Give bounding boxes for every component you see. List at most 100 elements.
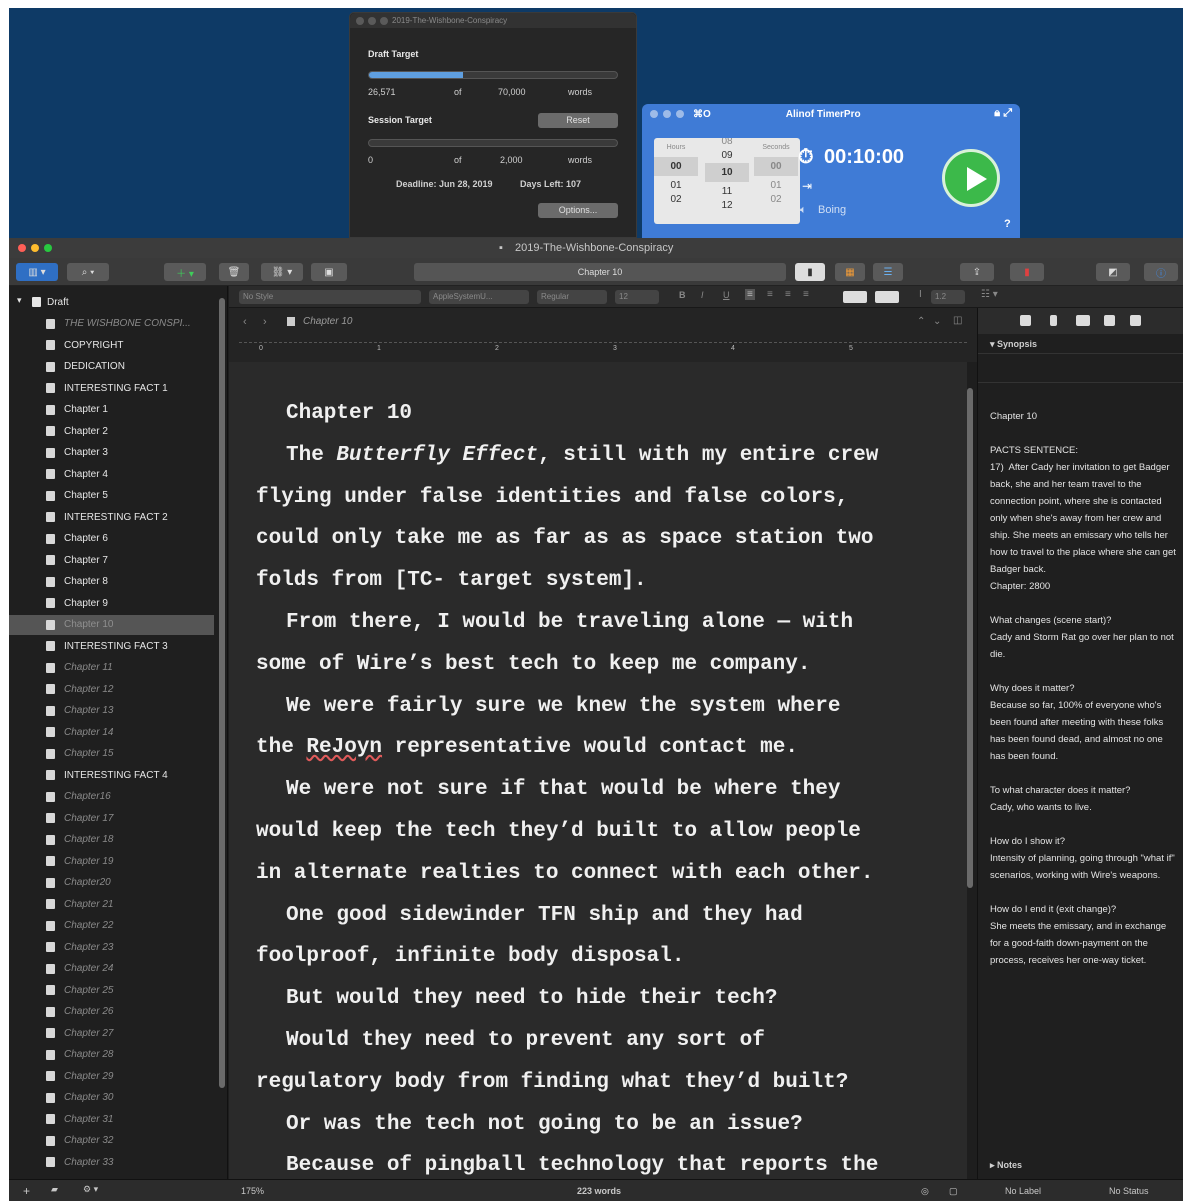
binder-item[interactable]: Chapter 23	[9, 937, 214, 957]
justify-button[interactable]: ≡	[803, 289, 809, 300]
comments-tab-icon[interactable]	[1130, 315, 1141, 326]
binder-item[interactable]: Chapter 6	[9, 529, 214, 549]
add-button[interactable]: ＋ ▾	[164, 263, 206, 281]
binder-item[interactable]: INTERESTING FACT 3	[9, 636, 214, 656]
binder-item[interactable]: DEDICATION	[9, 357, 214, 377]
disclosure-triangle-icon[interactable]: ▸	[990, 1160, 997, 1170]
binder-item[interactable]: COPYRIGHT	[9, 335, 214, 355]
search-button[interactable]: ⌕ ▾	[67, 263, 109, 281]
binder-item[interactable]: Chapter 11	[9, 658, 214, 678]
minimize-button[interactable]	[368, 16, 376, 25]
binder-item[interactable]: Chapter16	[9, 787, 214, 807]
timer-zoom-button[interactable]	[676, 110, 684, 118]
target-icon[interactable]: ◎	[921, 1186, 929, 1197]
mode-icon[interactable]: ⇥	[802, 179, 812, 193]
binder-item[interactable]: Chapter 24	[9, 959, 214, 979]
italic-button[interactable]: I	[701, 290, 704, 300]
style-select[interactable]: No Style	[239, 290, 421, 304]
seconds-column[interactable]: Seconds 00 01 02	[754, 138, 798, 205]
single-view-button[interactable]: ▮	[795, 263, 825, 281]
binder-item[interactable]: Chapter20	[9, 873, 214, 893]
binder-view-button[interactable]: ▥ ▾	[16, 263, 58, 281]
binder-item[interactable]: Chapter 25	[9, 980, 214, 1000]
binder-item[interactable]: Chapter 27	[9, 1023, 214, 1043]
binder-item[interactable]: Chapter 29	[9, 1066, 214, 1086]
underline-button[interactable]: U	[723, 290, 730, 300]
disclosure-triangle-icon[interactable]: ▾	[990, 339, 997, 349]
metadata-tab-icon[interactable]	[1076, 315, 1090, 326]
chevron-down-icon[interactable]: ⌄	[933, 316, 941, 327]
gear-icon[interactable]: ⚙ ▾	[83, 1184, 98, 1195]
binder-item[interactable]: INTERESTING FACT 4	[9, 765, 214, 785]
binder-item[interactable]: Chapter 30	[9, 1088, 214, 1108]
hours-column[interactable]: Hours 00 01 02	[654, 138, 698, 205]
binder-item[interactable]: Chapter 5	[9, 486, 214, 506]
binder-item[interactable]: Chapter 12	[9, 679, 214, 699]
binder-item[interactable]: Chapter 14	[9, 722, 214, 742]
minutes-column[interactable]: 08 09 10 11 12	[705, 138, 749, 211]
binder-item[interactable]: Chapter 10	[9, 614, 214, 635]
binder-scrollbar[interactable]	[219, 298, 225, 1088]
close-button[interactable]	[356, 16, 364, 25]
lock-icon[interactable]: 🔒︎ ⤢	[994, 107, 1012, 120]
back-arrow-icon[interactable]: ‹	[243, 316, 247, 328]
outliner-button[interactable]: ☰	[873, 263, 903, 281]
binder-item[interactable]: Chapter 17	[9, 808, 214, 828]
folder-icon[interactable]: ▰	[51, 1184, 58, 1195]
snapshot-button[interactable]: ▣	[311, 263, 347, 281]
binder-item[interactable]: Chapter 4	[9, 464, 214, 484]
zoom-select[interactable]: 175%	[241, 1186, 264, 1196]
binder-item[interactable]: Chapter 19	[9, 851, 214, 871]
binder-item[interactable]: Chapter 2	[9, 421, 214, 441]
binder-item[interactable]: Chapter 21	[9, 894, 214, 914]
corkboard-button[interactable]: ▦	[835, 263, 865, 281]
inspector-button[interactable]: ⓘ	[1144, 263, 1178, 281]
link-button[interactable]: ⛓︎ ▾	[261, 263, 303, 281]
document-title-bar[interactable]: Chapter 10	[414, 263, 786, 281]
disclosure-triangle-icon[interactable]: ▾	[17, 295, 22, 306]
compose-button[interactable]: ◩	[1096, 263, 1130, 281]
list-button[interactable]: ☷ ▾	[981, 289, 998, 300]
status-select[interactable]: No Status	[1109, 1186, 1149, 1196]
binder-sidebar[interactable]: ▾ Draft THE WISHBONE CONSPI... COPYRIGHT DED…	[9, 286, 228, 1179]
time-picker[interactable]: Hours 00 01 02 08 09 10 11 12 Seconds 00…	[654, 138, 800, 224]
binder-root-draft[interactable]: ▾ Draft	[9, 292, 214, 312]
binder-item[interactable]: Chapter 9	[9, 593, 214, 613]
session-unit-select[interactable]: words	[568, 155, 592, 165]
editor-text-area[interactable]: Chapter 10 The Butterfly Effect, still wi…	[229, 362, 967, 1179]
timer-minimize-button[interactable]	[663, 110, 671, 118]
options-button[interactable]: Options...	[538, 203, 618, 218]
size-select[interactable]: 12	[615, 290, 659, 304]
main-close-button[interactable]	[18, 244, 26, 252]
binder-item[interactable]: Chapter 33	[9, 1152, 214, 1172]
binder-item[interactable]: Chapter 32	[9, 1131, 214, 1151]
binder-item[interactable]: Chapter 28	[9, 1045, 214, 1065]
add-icon[interactable]: +	[23, 1184, 30, 1198]
highlight-color-button[interactable]	[875, 291, 899, 303]
play-button[interactable]	[942, 149, 1000, 207]
text-color-button[interactable]	[843, 291, 867, 303]
binder-item[interactable]: Chapter 1	[9, 400, 214, 420]
binder-item[interactable]: Chapter 13	[9, 701, 214, 721]
ruler[interactable]: 0 1 2 3 4 5	[239, 342, 967, 360]
binder-item[interactable]: Chapter 7	[9, 550, 214, 570]
binder-item[interactable]: THE WISHBONE CONSPI...	[9, 314, 214, 334]
comment-icon[interactable]: ▢	[949, 1186, 958, 1197]
breadcrumb[interactable]: Chapter 10	[303, 316, 352, 327]
notes-tab-icon[interactable]	[1020, 315, 1031, 326]
align-center-button[interactable]: ≡	[767, 289, 773, 300]
weight-select[interactable]: Regular	[537, 290, 607, 304]
main-zoom-button[interactable]	[44, 244, 52, 252]
binder-item[interactable]: INTERESTING FACT 2	[9, 507, 214, 527]
chevron-up-icon[interactable]: ⌃	[917, 316, 925, 327]
editor-scrollbar[interactable]	[967, 388, 973, 888]
binder-item[interactable]: Chapter 3	[9, 443, 214, 463]
bookmark-button[interactable]: ▮	[1010, 263, 1044, 281]
notes-header[interactable]: ▸ Notes	[978, 1160, 1183, 1171]
main-minimize-button[interactable]	[31, 244, 39, 252]
snapshots-tab-icon[interactable]	[1104, 315, 1115, 326]
binder-item[interactable]: Chapter 26	[9, 1002, 214, 1022]
label-select[interactable]: No Label	[1005, 1186, 1041, 1196]
align-left-button[interactable]: ≡	[745, 289, 755, 300]
synopsis-header[interactable]: ▾ Synopsis	[978, 334, 1183, 354]
